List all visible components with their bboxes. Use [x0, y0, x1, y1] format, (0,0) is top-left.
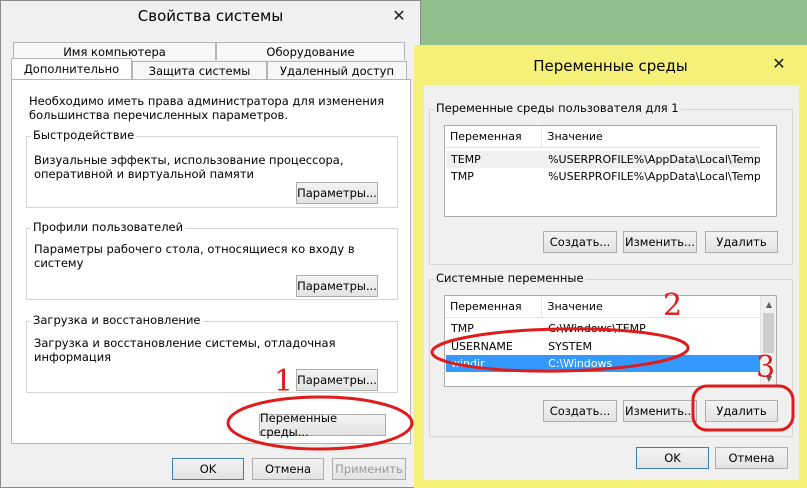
scroll-thumb[interactable] — [763, 313, 774, 353]
sys-row-value: SYSTEM — [548, 340, 592, 353]
tab-advanced[interactable]: Дополнительно — [11, 58, 132, 79]
environment-variables-window: Переменные среды ✕ Переменные среды поль… — [414, 45, 807, 488]
sys-row-value: C:\Windows — [548, 357, 613, 370]
environment-variables-button[interactable]: Переменные среды... — [259, 411, 386, 439]
sys-list-header: Переменная Значение — [445, 296, 760, 318]
user-row-name: TEMP — [451, 153, 481, 166]
performance-group: Быстродействие Визуальные эффекты, испол… — [26, 128, 398, 208]
apply-button[interactable]: Применить — [332, 458, 406, 480]
user-edit-button[interactable]: Изменить... — [623, 231, 697, 253]
window-title: Свойства системы — [137, 7, 284, 25]
user-row-value: %USERPROFILE%\AppData\Local\Temp — [548, 170, 760, 183]
sys-row-value: C:\Windows\TEMP — [548, 322, 646, 335]
user-profiles-group: Профили пользователей Параметры рабочего… — [26, 220, 398, 300]
sys-row-windir[interactable]: windir C:\Windows — [446, 355, 760, 372]
system-properties-window: Свойства системы ✕ Имя компьютера Оборуд… — [0, 0, 421, 488]
env-cancel-button[interactable]: Отмена — [715, 447, 788, 469]
user-col-variable[interactable]: Переменная — [445, 126, 543, 147]
ok-button[interactable]: OK — [172, 458, 244, 480]
sys-create-button[interactable]: Создать... — [543, 400, 617, 422]
user-profiles-settings-button[interactable]: Параметры... — [296, 275, 378, 297]
annotation-number-1: 1 — [274, 364, 294, 399]
system-variables-list[interactable]: Переменная Значение TMP C:\Windows\TEMP … — [444, 295, 777, 387]
startup-recovery-group: Загрузка и восстановление Загрузка и вос… — [26, 313, 398, 393]
env-window-title: Переменные среды — [533, 57, 688, 75]
sys-col-variable[interactable]: Переменная — [445, 296, 543, 317]
cancel-button[interactable]: Отмена — [252, 458, 324, 480]
sys-row-name: windir — [451, 357, 485, 370]
user-profiles-desc: Параметры рабочего стола, относящиеся ко… — [34, 242, 355, 270]
tab-system-protection[interactable]: Защита системы — [132, 61, 267, 79]
performance-settings-button[interactable]: Параметры... — [296, 182, 378, 204]
sys-col-value[interactable]: Значение — [542, 296, 760, 317]
env-close-icon[interactable]: ✕ — [766, 53, 792, 73]
user-list-header: Переменная Значение — [445, 126, 760, 148]
env-ok-button[interactable]: OK — [636, 447, 709, 469]
user-row-name: TMP — [451, 170, 474, 183]
scroll-up-icon[interactable]: ▲ — [761, 296, 776, 312]
tab-row-bottom: Дополнительно Защита системы Удаленный д… — [11, 58, 407, 79]
close-icon[interactable]: ✕ — [386, 5, 412, 25]
user-profiles-title: Профили пользователей — [31, 220, 186, 234]
system-variables-title: Системные переменные — [434, 271, 586, 285]
annotation-number-2: 2 — [663, 288, 683, 323]
sys-row-name: USERNAME — [451, 340, 513, 353]
performance-title: Быстродействие — [31, 128, 137, 142]
startup-recovery-desc: Загрузка и восстановление системы, отлад… — [34, 336, 336, 364]
user-variables-list[interactable]: Переменная Значение TEMP %USERPROFILE%\A… — [444, 125, 777, 217]
sys-row-username[interactable]: USERNAME SYSTEM — [446, 338, 760, 355]
user-delete-button[interactable]: Удалить — [705, 231, 778, 253]
system-variables-group: Системные переменные Переменная Значение… — [429, 271, 793, 437]
tab-remote-access[interactable]: Удаленный доступ — [267, 61, 407, 79]
performance-desc: Визуальные эффекты, использование процес… — [34, 153, 344, 181]
advanced-panel: Необходимо иметь права администратора дл… — [11, 79, 411, 444]
sys-edit-button[interactable]: Изменить... — [623, 400, 697, 422]
startup-recovery-title: Загрузка и восстановление — [31, 313, 203, 327]
startup-recovery-settings-button[interactable]: Параметры... — [296, 369, 378, 391]
user-variables-title: Переменные среды пользователя для 1 — [434, 101, 681, 115]
user-create-button[interactable]: Создать... — [543, 231, 617, 253]
user-variables-group: Переменные среды пользователя для 1 Пере… — [429, 101, 793, 265]
admin-note: Необходимо иметь права администратора дл… — [29, 94, 385, 122]
annotation-number-3: 3 — [756, 350, 776, 385]
user-row-tmp[interactable]: TMP %USERPROFILE%\AppData\Local\Temp — [446, 168, 760, 185]
sys-row-tmp[interactable]: TMP C:\Windows\TEMP — [446, 320, 760, 337]
user-row-value: %USERPROFILE%\AppData\Local\Temp — [548, 153, 760, 166]
user-row-temp[interactable]: TEMP %USERPROFILE%\AppData\Local\Temp — [446, 151, 760, 168]
sys-row-name: TMP — [451, 322, 474, 335]
sys-delete-button[interactable]: Удалить — [705, 400, 778, 422]
user-col-value[interactable]: Значение — [542, 126, 760, 147]
